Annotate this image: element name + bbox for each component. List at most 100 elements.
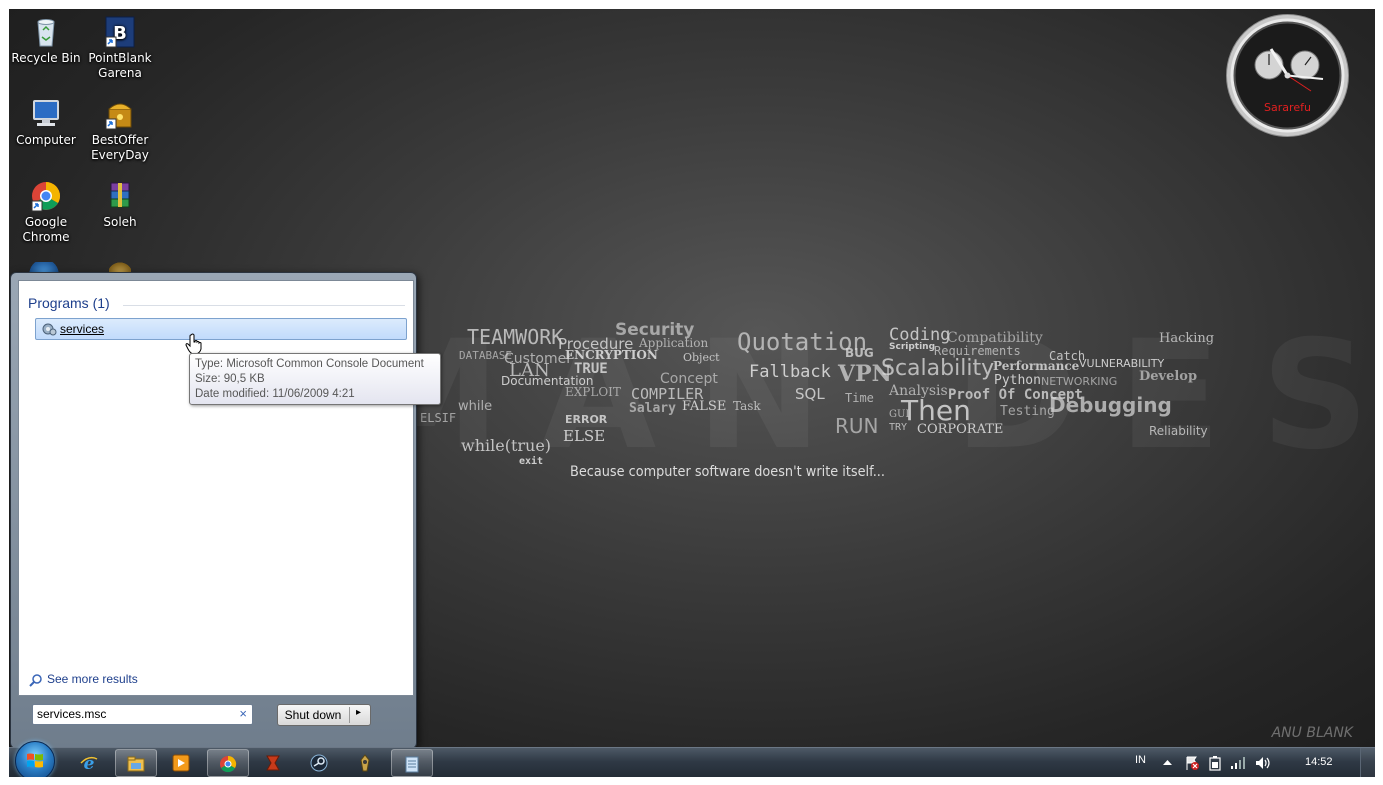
wallpaper-word: Salary — [629, 401, 676, 416]
wallpaper-word: while(true) — [461, 436, 552, 455]
search-icon — [29, 674, 42, 687]
language-indicator[interactable]: IN — [1135, 754, 1146, 766]
wallpaper-word: while — [458, 399, 493, 414]
desktop-icon-label: Google Chrome — [22, 215, 70, 244]
wallpaper-word: Compatibility — [947, 330, 1043, 346]
wallpaper-word: Object — [683, 351, 720, 364]
wallpaper-word: Scripting — [889, 342, 936, 352]
action-center-flag-icon[interactable] — [1184, 755, 1200, 771]
steam-icon — [310, 754, 328, 772]
wallpaper-word: Debugging — [1049, 393, 1172, 417]
clear-search-icon[interactable]: × — [239, 706, 247, 721]
start-menu-results-panel: Programs (1) services See more results — [18, 280, 414, 696]
wallpaper-word: ENCRYPTION — [565, 348, 658, 362]
desktop-icon-recycle-bin[interactable]: Recycle Bin — [9, 15, 83, 66]
see-more-results-label: See more results — [47, 672, 138, 686]
services-gear-icon — [42, 323, 57, 336]
taskbar-notepad[interactable] — [391, 749, 433, 777]
power-battery-icon[interactable] — [1208, 755, 1222, 771]
tooltip-size: Size: 90,5 KB — [195, 373, 265, 385]
winrar-archive-icon — [110, 182, 130, 208]
start-search-box[interactable]: × — [32, 704, 253, 725]
see-more-results-link[interactable]: See more results — [29, 672, 138, 687]
tooltip-date: Date modified: 11/06/2009 4:21 — [195, 388, 355, 400]
wallpaper-word: exit — [519, 456, 544, 467]
chrome-icon — [31, 182, 60, 212]
bestoffer-icon — [105, 103, 132, 130]
wallpaper-word: TEAMWORK — [467, 325, 564, 349]
wallpaper-word: GUI — [889, 409, 910, 420]
wallpaper-word: TRY — [889, 422, 908, 433]
taskbar-game-launcher[interactable] — [345, 749, 385, 775]
desktop-icon-label: Computer — [16, 133, 76, 147]
taskbar-internet-explorer[interactable]: e — [69, 749, 109, 775]
wallpaper-word: Python — [994, 373, 1041, 388]
taskbar-chrome[interactable] — [207, 749, 249, 777]
clock-gadget[interactable]: Sararefu — [1225, 13, 1350, 138]
desktop-icon-label: PointBlank Garena — [88, 51, 152, 80]
clock-gadget-name: Sararefu — [1264, 101, 1311, 114]
file-explorer-icon — [127, 756, 145, 772]
wallpaper-word: Task — [733, 399, 761, 413]
network-signal-icon[interactable] — [1230, 755, 1246, 769]
chrome-icon — [220, 755, 237, 773]
wallpaper-word: BUG — [845, 346, 874, 360]
wallpaper-word: Fallback — [749, 362, 831, 382]
wallpaper-word: CORPORATE — [917, 422, 1004, 437]
tooltip-type: Type: Microsoft Common Console Document — [195, 358, 424, 370]
taskbar-pointblank[interactable] — [253, 749, 293, 775]
wallpaper-word: Reliability — [1149, 424, 1208, 438]
search-result-label: services — [60, 322, 105, 336]
windows-logo-icon — [27, 753, 43, 768]
desktop-icon-label: Recycle Bin — [11, 51, 81, 65]
desktop-icon-bestoffer[interactable]: BestOffer EveryDay — [83, 97, 157, 163]
wallpaper-word: ERROR — [565, 413, 608, 426]
desktop-icon-label: BestOffer EveryDay — [91, 133, 149, 162]
desktop-icon-computer[interactable]: Computer — [9, 97, 83, 148]
shutdown-label: Shut down — [284, 708, 342, 722]
file-info-tooltip: Type: Microsoft Common Console Document … — [189, 353, 441, 405]
svg-text:e: e — [84, 754, 95, 772]
wallpaper-word: Then — [901, 394, 971, 427]
wallpaper-word: FALSE — [682, 399, 727, 414]
wallpaper-word: VULNERABILITY — [1079, 357, 1165, 370]
start-button[interactable] — [15, 741, 55, 777]
desktop-icon-pointblank[interactable]: B PointBlank Garena — [83, 15, 157, 81]
desktop-icon-soleh[interactable]: Soleh — [83, 179, 157, 230]
show-desktop-button[interactable] — [1360, 748, 1375, 777]
game-launcher-icon — [360, 754, 370, 772]
heading-divider — [123, 305, 405, 306]
hand-cursor-icon — [185, 333, 202, 355]
search-result-services[interactable]: services — [35, 318, 407, 340]
wallpaper-word: Develop — [1139, 369, 1198, 384]
desktop-icon-google-chrome[interactable]: Google Chrome — [9, 179, 83, 245]
internet-explorer-icon: e — [80, 754, 98, 772]
start-search-input[interactable] — [37, 707, 227, 721]
wallpaper-word: Hacking — [1159, 331, 1215, 346]
programs-heading: Programs (1) — [28, 295, 110, 311]
wallpaper-word: Time — [845, 391, 874, 405]
wallpaper-word: Testing — [1000, 404, 1055, 419]
show-hidden-icons-icon[interactable] — [1163, 759, 1172, 766]
wallpaper-word: SQL — [795, 385, 825, 403]
shutdown-button[interactable]: Shut down ▸ — [277, 704, 371, 726]
taskbar-media-player[interactable] — [161, 749, 201, 775]
shutdown-separator — [349, 707, 350, 723]
taskbar-file-explorer[interactable] — [115, 749, 157, 777]
volume-speaker-icon[interactable] — [1254, 755, 1272, 771]
start-menu: Programs (1) services See more results × — [10, 272, 417, 749]
taskbar-clock[interactable]: 14:52 — [1305, 756, 1333, 768]
wallpaper-tagline: Because computer software doesn't write … — [570, 464, 885, 480]
shutdown-options-arrow-icon[interactable]: ▸ — [356, 707, 361, 718]
clock-face-icon — [1226, 14, 1349, 137]
wallpaper-word: Scalability — [881, 356, 995, 381]
pointblank-icon — [266, 755, 280, 771]
media-player-icon — [172, 754, 190, 772]
pointblank-icon: B — [105, 16, 135, 48]
wallpaper-word: NETWORKING — [1041, 375, 1118, 388]
wallpaper-word: ELSE — [563, 427, 606, 445]
desktop-screen: DEMAN DESIGN SecurityApplicationTEAMWORK… — [9, 9, 1375, 777]
wallpaper-word: Concept — [660, 371, 718, 387]
taskbar-steam[interactable] — [299, 749, 339, 775]
notepad-icon — [405, 756, 419, 773]
